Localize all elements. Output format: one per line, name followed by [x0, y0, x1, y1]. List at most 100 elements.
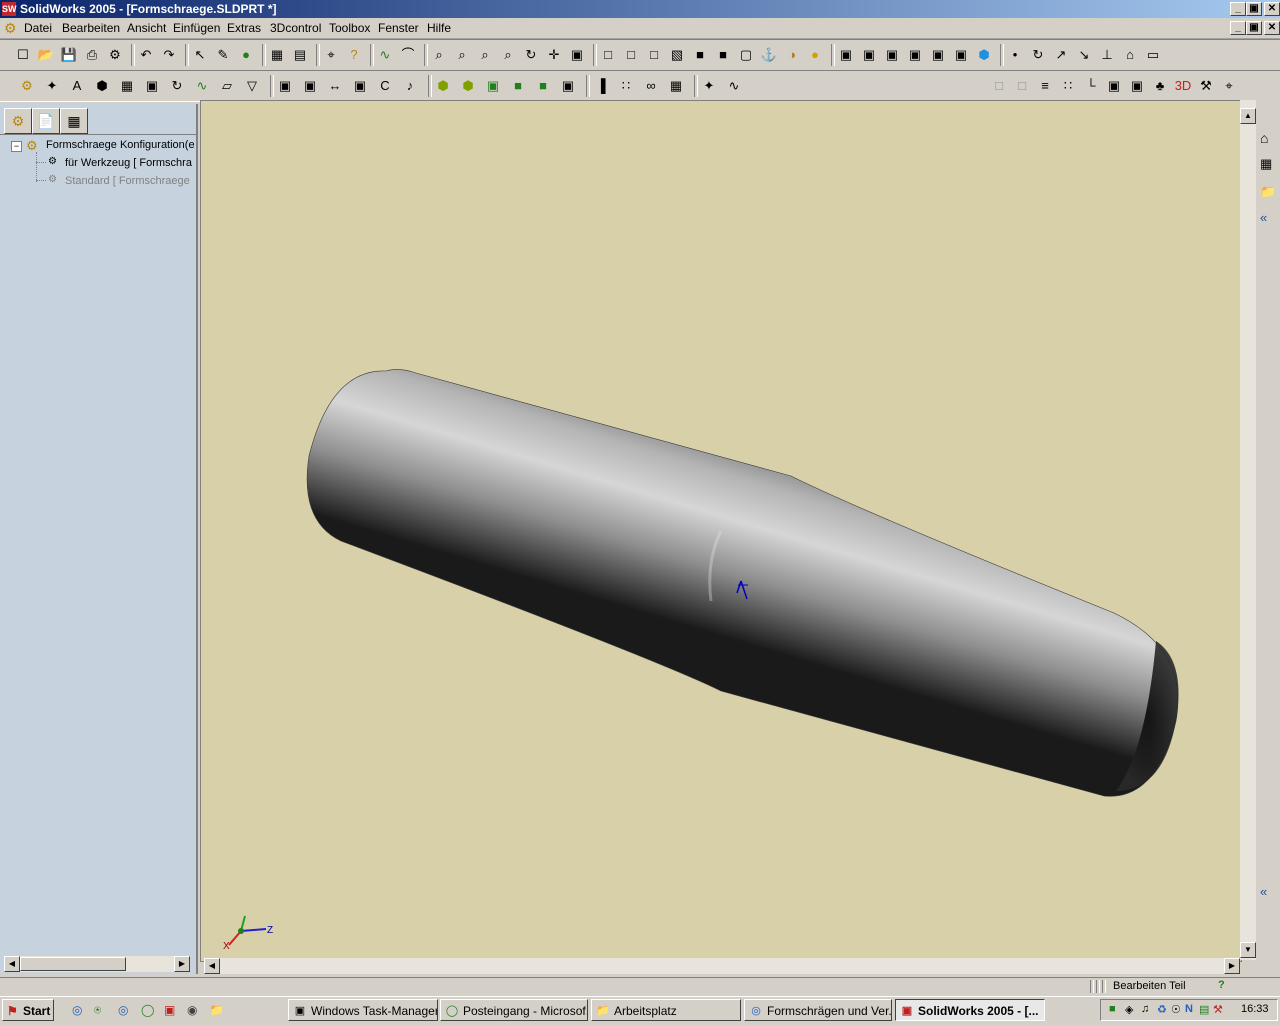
close-button[interactable]: ✕ [1264, 2, 1280, 16]
dotted-icon[interactable]: ∷ [1059, 77, 1077, 95]
scroll-up-arrow-icon[interactable]: ▲ [1240, 108, 1256, 124]
brick-icon[interactable]: ▤ [291, 46, 309, 64]
viewport-scroll-right-icon[interactable]: ▶ [1224, 958, 1240, 974]
table-icon[interactable]: ▦ [667, 77, 685, 95]
minimize-button[interactable]: _ [1230, 2, 1246, 16]
collapse-pane-icon[interactable]: « [1260, 884, 1267, 899]
start-button[interactable]: ⚑ Start [2, 999, 54, 1021]
taskbar-button-browser[interactable]: ◎ Formschrägen und Ver... [744, 999, 892, 1021]
help-icon[interactable]: ? [345, 46, 363, 64]
bell-icon[interactable]: ♪ [401, 77, 419, 95]
view-orient-icon[interactable]: ▣ [568, 46, 586, 64]
rotate-icon[interactable]: ↻ [522, 46, 540, 64]
menu-extras[interactable]: Extras [227, 21, 261, 35]
tab-property-manager[interactable]: 📄 [32, 108, 60, 134]
text-icon[interactable]: A [68, 77, 86, 95]
menu-3dcontrol[interactable]: 3Dcontrol [270, 21, 321, 35]
rebuild-icon[interactable]: ⚙ [106, 46, 124, 64]
solid5-icon[interactable]: ■ [534, 77, 552, 95]
taskbar-button-arbeitsplatz[interactable]: 📁 Arbeitsplatz [591, 999, 741, 1021]
tool-icon[interactable]: ⚒ [1197, 77, 1215, 95]
quicklaunch-solidworks-icon[interactable]: ▣ [164, 1003, 175, 1017]
zoom-window-icon[interactable]: ⌕ [453, 46, 471, 64]
print-icon[interactable]: ⎙ [83, 46, 101, 64]
expand-pane-icon[interactable]: « [1260, 210, 1267, 225]
line-icon[interactable]: ↗ [1052, 46, 1070, 64]
3d-icon[interactable]: 3D [1174, 77, 1192, 95]
status-help-icon[interactable]: ? [1218, 979, 1225, 991]
camera-icon[interactable]: ▣ [1128, 77, 1146, 95]
tray-printer-icon[interactable]: ▤ [1199, 1003, 1209, 1016]
gray2-icon[interactable]: □ [1013, 77, 1031, 95]
doc-close-button[interactable]: ✕ [1264, 21, 1280, 35]
shaded-edges-icon[interactable]: ▧ [668, 46, 686, 64]
axes-icon[interactable]: └ [1082, 77, 1100, 95]
tree-collapse-toggle[interactable]: − [11, 141, 22, 152]
quicklaunch-browser-icon[interactable]: ◎ [118, 1003, 128, 1017]
measure-icon[interactable]: ⌖ [322, 46, 340, 64]
menu-hilfe[interactable]: Hilfe [427, 21, 451, 35]
box-icon[interactable]: ▣ [276, 77, 294, 95]
viewport-vertical-scrollbar[interactable]: ▲ ▼ [1240, 100, 1256, 960]
quicklaunch-outlook-icon[interactable]: ◯ [141, 1003, 154, 1017]
point-icon[interactable]: • [1006, 46, 1024, 64]
bar-icon[interactable]: ▐ [592, 77, 610, 95]
menu-bearbeiten[interactable]: Bearbeiten [62, 21, 120, 35]
split-icon[interactable]: ↔ [326, 77, 344, 95]
revolve-icon[interactable]: ↻ [168, 77, 186, 95]
hat-icon[interactable]: ⌂ [1121, 46, 1139, 64]
scroll-left-arrow-icon[interactable]: ◀ [4, 956, 20, 972]
shaded-icon[interactable]: ■ [691, 46, 709, 64]
arc-icon[interactable]: ↻ [1029, 46, 1047, 64]
left-view-icon[interactable]: ▣ [883, 46, 901, 64]
tray-app-icon[interactable]: ■ [1109, 1003, 1116, 1015]
split2-icon[interactable]: ▣ [351, 77, 369, 95]
solidworks-app-icon[interactable]: SW [2, 2, 17, 16]
scroll-right-arrow-icon[interactable]: ▶ [174, 956, 190, 972]
zoom-inout-icon[interactable]: ⌕ [476, 46, 494, 64]
hidden-lines-icon[interactable]: □ [622, 46, 640, 64]
quicklaunch-ie-icon[interactable]: ◎ [72, 1003, 82, 1017]
feature-icon[interactable]: ⚙ [18, 77, 36, 95]
menu-datei[interactable]: Datei [24, 21, 52, 35]
arrow-icon[interactable]: ↘ [1075, 46, 1093, 64]
gray1-icon[interactable]: □ [990, 77, 1008, 95]
taskbar-button-solidworks[interactable]: ▣ SolidWorks 2005 - [... [895, 999, 1045, 1021]
open-icon[interactable]: 📂 [37, 46, 55, 64]
zoom-fit-icon[interactable]: ⌕ [430, 46, 448, 64]
menu-einfuegen[interactable]: Einfügen [173, 21, 220, 35]
ground-icon[interactable]: ⊥ [1098, 46, 1116, 64]
traffic-light-icon[interactable]: ● [237, 46, 255, 64]
realview-icon[interactable]: ● [806, 46, 824, 64]
quicklaunch-network-icon[interactable]: ⍟ [94, 1003, 101, 1018]
solid3-icon[interactable]: ▣ [484, 77, 502, 95]
curve-icon[interactable]: ∿ [376, 46, 394, 64]
scroll-down-arrow-icon[interactable]: ▼ [1240, 942, 1256, 958]
save-icon[interactable]: 💾 [60, 46, 78, 64]
hidden-removed-icon[interactable]: □ [645, 46, 663, 64]
viewport-horizontal-scrollbar[interactable]: ◀ ▶ [204, 958, 1240, 974]
document-icon[interactable]: ⚙ [4, 20, 17, 37]
reference-icon[interactable]: ✦ [43, 77, 61, 95]
tray-network-icon[interactable]: ◈ [1125, 1003, 1133, 1016]
sketch-icon[interactable]: ✎ [214, 46, 232, 64]
taskbar-button-outlook[interactable]: ◯ Posteingang - Microsof... [440, 999, 588, 1021]
pan-icon[interactable]: ✛ [545, 46, 563, 64]
perspective-icon[interactable]: ▢ [737, 46, 755, 64]
tree-icon[interactable]: ♣ [1151, 77, 1169, 95]
iso-view-icon[interactable]: ⬢ [975, 46, 993, 64]
lines-icon[interactable]: ≡ [1036, 77, 1054, 95]
tree-config-werkzeug[interactable]: für Werkzeug [ Formschra [65, 157, 192, 169]
plane-icon[interactable]: ▱ [218, 77, 236, 95]
tray-connection-icon[interactable]: ☉ [1171, 1003, 1181, 1016]
zoom-selection-icon[interactable]: ⌕ [499, 46, 517, 64]
solid4-icon[interactable]: ■ [509, 77, 527, 95]
assembly-icon[interactable]: ⬢ [93, 77, 111, 95]
wireframe-icon[interactable]: □ [599, 46, 617, 64]
plane2-icon[interactable]: ✦ [700, 77, 718, 95]
menu-toolbox[interactable]: Toolbox [329, 21, 370, 35]
doc-restore-button[interactable]: ▣ [1246, 21, 1262, 35]
tray-clock[interactable]: 16:33 [1241, 1003, 1269, 1015]
redo-icon[interactable]: ↷ [160, 46, 178, 64]
grid-icon[interactable]: ▦ [268, 46, 286, 64]
